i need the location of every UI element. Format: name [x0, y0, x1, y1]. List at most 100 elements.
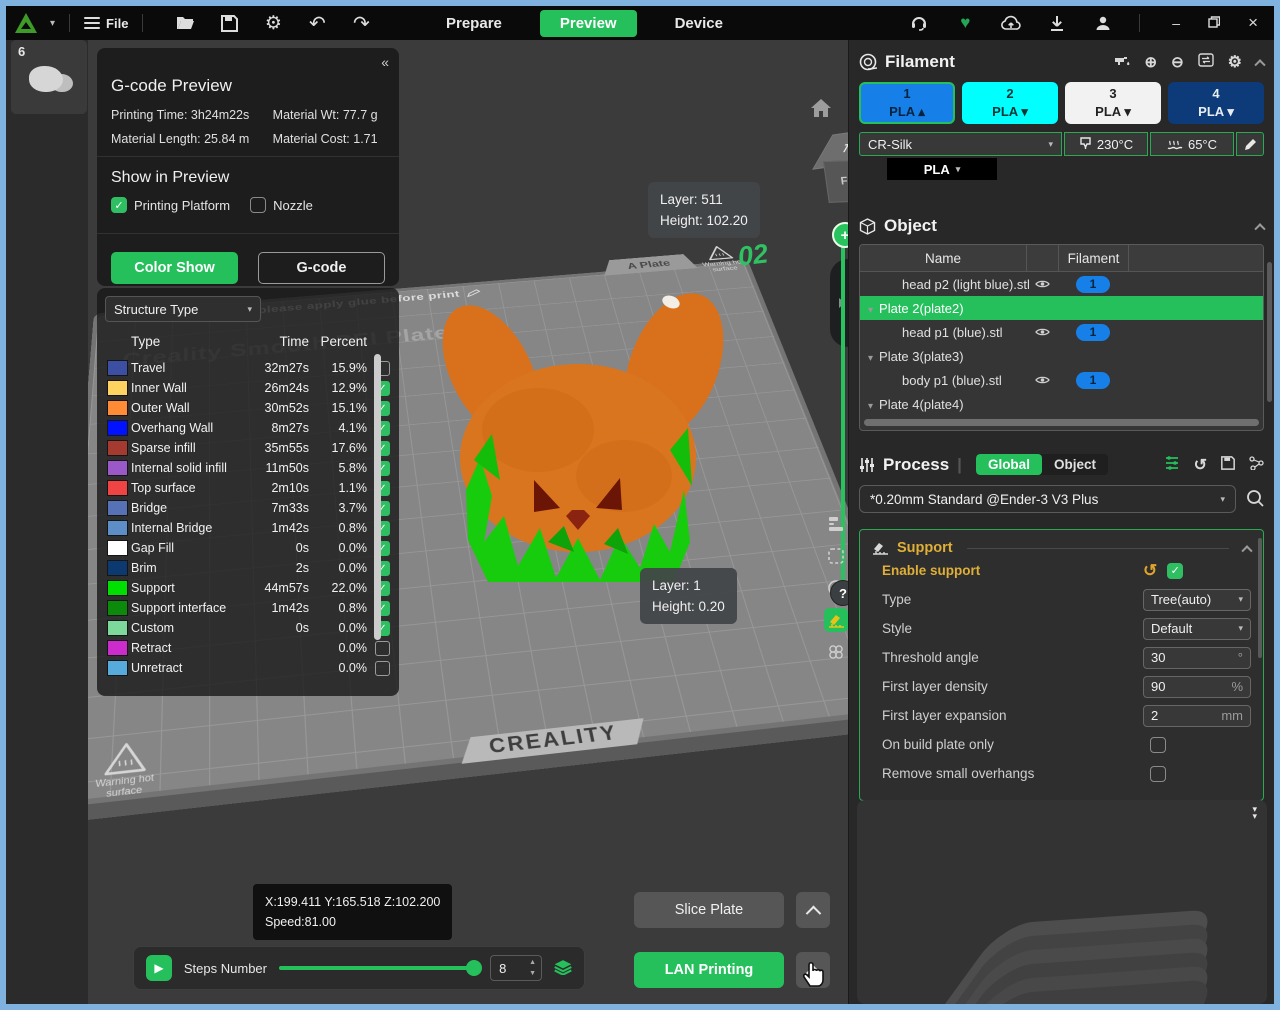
filament-slot[interactable]: 4 PLA ▾	[1168, 82, 1264, 124]
edit-filament-button[interactable]	[1236, 132, 1264, 156]
save-preset-icon[interactable]	[1221, 455, 1235, 474]
reset-value-icon[interactable]: ↺	[1143, 561, 1157, 581]
mode-tab[interactable]: Prepare	[426, 10, 522, 37]
support-headset-icon[interactable]	[909, 13, 929, 33]
steps-input[interactable]: 8 ▲ ▼	[490, 955, 542, 981]
plate-thumbnail[interactable]: 6	[11, 40, 87, 114]
home-view-icon[interactable]	[810, 98, 832, 121]
slider-knob[interactable]	[466, 960, 483, 976]
remove-filament-icon[interactable]: ⊖	[1171, 53, 1184, 71]
layer-slider-top-handle[interactable]: +	[832, 222, 848, 248]
nozzle-temp[interactable]: 230°C	[1064, 132, 1148, 156]
filament-badge[interactable]: 1	[1058, 371, 1128, 389]
cloud-upload-icon[interactable]	[1001, 13, 1021, 33]
setting-input[interactable]: 90%	[1143, 675, 1251, 698]
sync-filament-icon[interactable]	[1197, 53, 1214, 71]
setting-checkbox[interactable]	[1150, 765, 1166, 782]
object-horizontal-scrollbar[interactable]	[864, 419, 1259, 426]
object-row[interactable]: ▾head p1 (blue).stl 1	[860, 320, 1263, 344]
checkbox[interactable]	[250, 197, 267, 213]
filament-settings-gear-icon[interactable]: ⚙	[1228, 52, 1242, 72]
viewport-3d[interactable]: please apply glue before print A Plate C…	[88, 40, 848, 1004]
undo-icon[interactable]: ↶	[307, 13, 327, 35]
checkbox[interactable]	[111, 197, 127, 213]
setting-input[interactable]: 2 mm	[1143, 704, 1251, 727]
preview-option[interactable]: Nozzle	[250, 197, 313, 213]
object-row[interactable]: ▾ Plate 2(plate2)	[860, 296, 1263, 320]
advanced-params-icon[interactable]	[1164, 455, 1180, 474]
support-card-scrollbar[interactable]	[1258, 538, 1262, 658]
object-vertical-scrollbar[interactable]	[1267, 262, 1272, 402]
support-paint-tool[interactable]	[824, 608, 848, 632]
expand-preview-icon[interactable]: ▾ ▾	[1252, 805, 1257, 821]
process-scope-tab[interactable]: Global	[975, 454, 1042, 475]
minimize-button[interactable]: –	[1172, 15, 1180, 31]
filament-slot[interactable]: 3 PLA ▾	[1065, 82, 1161, 124]
close-button[interactable]: ×	[1248, 13, 1258, 33]
view-mode-button[interactable]: Color Show	[111, 252, 238, 284]
stepper-arrows[interactable]: ▲ ▼	[529, 957, 536, 979]
search-params-icon[interactable]	[1246, 489, 1264, 510]
filament-slot[interactable]: 2 PLA ▾	[962, 82, 1058, 124]
steps-slider[interactable]	[278, 960, 483, 976]
user-account-icon[interactable]	[1093, 13, 1113, 33]
visibility-eye-icon[interactable]	[1026, 375, 1058, 385]
collapse-panel-icon[interactable]: «	[381, 54, 389, 70]
filament-type-dropdown[interactable]: PLA ▾	[887, 158, 997, 180]
view-orientation-cube[interactable]: Top Front	[812, 126, 848, 204]
printed-model[interactable]	[388, 290, 768, 603]
layer-steps-icon[interactable]	[824, 512, 848, 536]
collapse-filament-icon[interactable]	[1254, 59, 1266, 71]
redo-icon[interactable]: ↷	[351, 13, 371, 35]
setting-checkbox[interactable]	[1150, 736, 1166, 753]
plate-preview-pane[interactable]: ▾ ▾	[857, 800, 1267, 1004]
mode-tab[interactable]: Device	[655, 10, 743, 37]
visibility-checkbox[interactable]	[375, 640, 390, 656]
settings-gear-icon[interactable]: ⚙	[263, 13, 283, 34]
filament-badge[interactable]: 1	[1058, 275, 1128, 293]
visibility-eye-icon[interactable]	[1026, 327, 1058, 337]
structure-type-dropdown[interactable]: Structure Type ▾	[105, 296, 261, 322]
material-dropdown[interactable]: CR-Silk ▾	[859, 132, 1062, 156]
object-row[interactable]: ▾body p1 (blue).stl 1	[860, 368, 1263, 392]
play-button[interactable]: ▶	[146, 955, 172, 981]
collapse-support-icon[interactable]	[1241, 545, 1253, 557]
enable-support-checkbox[interactable]	[1167, 562, 1184, 579]
layers-mode-icon[interactable]	[554, 959, 572, 978]
bed-temp[interactable]: 65°C	[1150, 132, 1234, 156]
setting-dropdown[interactable]: Default ▾	[1143, 617, 1251, 640]
open-file-icon[interactable]	[175, 13, 195, 33]
download-icon[interactable]	[1047, 13, 1067, 33]
slice-options-button[interactable]	[796, 892, 830, 928]
process-preset-dropdown[interactable]: *0.20mm Standard @Ender-3 V3 Plus ▾	[859, 485, 1236, 513]
reset-process-icon[interactable]: ↺	[1194, 455, 1207, 475]
setting-dropdown[interactable]: Tree(auto) ▾	[1143, 588, 1251, 611]
collapse-object-icon[interactable]	[1254, 223, 1266, 235]
cube-face-front[interactable]: Front	[822, 159, 848, 203]
object-row[interactable]: ▾ Plate 3(plate3)	[860, 344, 1263, 368]
filament-slot[interactable]: 1 PLA ▴	[859, 82, 955, 124]
maximize-button[interactable]	[1208, 15, 1221, 31]
file-menu[interactable]: File	[84, 14, 128, 32]
slice-plate-button[interactable]: Slice Plate	[634, 892, 784, 928]
filament-badge[interactable]: 1	[1058, 323, 1128, 341]
add-filament-icon[interactable]: ⊕	[1145, 53, 1158, 71]
view-mode-button[interactable]: G-code	[258, 252, 385, 284]
mode-tab[interactable]: Preview	[539, 9, 637, 37]
health-heart-icon[interactable]: ♥	[955, 13, 975, 33]
preview-option[interactable]: Printing Platform	[111, 197, 230, 213]
setting-input[interactable]: 30 °	[1143, 646, 1251, 669]
lan-printing-button[interactable]: LAN Printing	[634, 952, 784, 988]
visibility-checkbox[interactable]	[375, 660, 390, 676]
selection-box-icon[interactable]	[824, 544, 848, 568]
object-row[interactable]: ▾ Plate 4(plate4)	[860, 392, 1263, 416]
structure-scrollbar[interactable]	[374, 354, 381, 640]
process-scope-tab[interactable]: Object	[1042, 454, 1108, 475]
command-clover-icon[interactable]	[824, 640, 848, 664]
visibility-eye-icon[interactable]	[1026, 279, 1058, 289]
plate-name-tab[interactable]: A Plate	[600, 253, 698, 275]
panel-collapse-handle[interactable]	[830, 259, 848, 347]
flush-tap-icon[interactable]	[1113, 53, 1131, 72]
object-row[interactable]: ▾head p2 (light blue).stl 1	[860, 272, 1263, 296]
save-icon[interactable]	[219, 13, 239, 33]
